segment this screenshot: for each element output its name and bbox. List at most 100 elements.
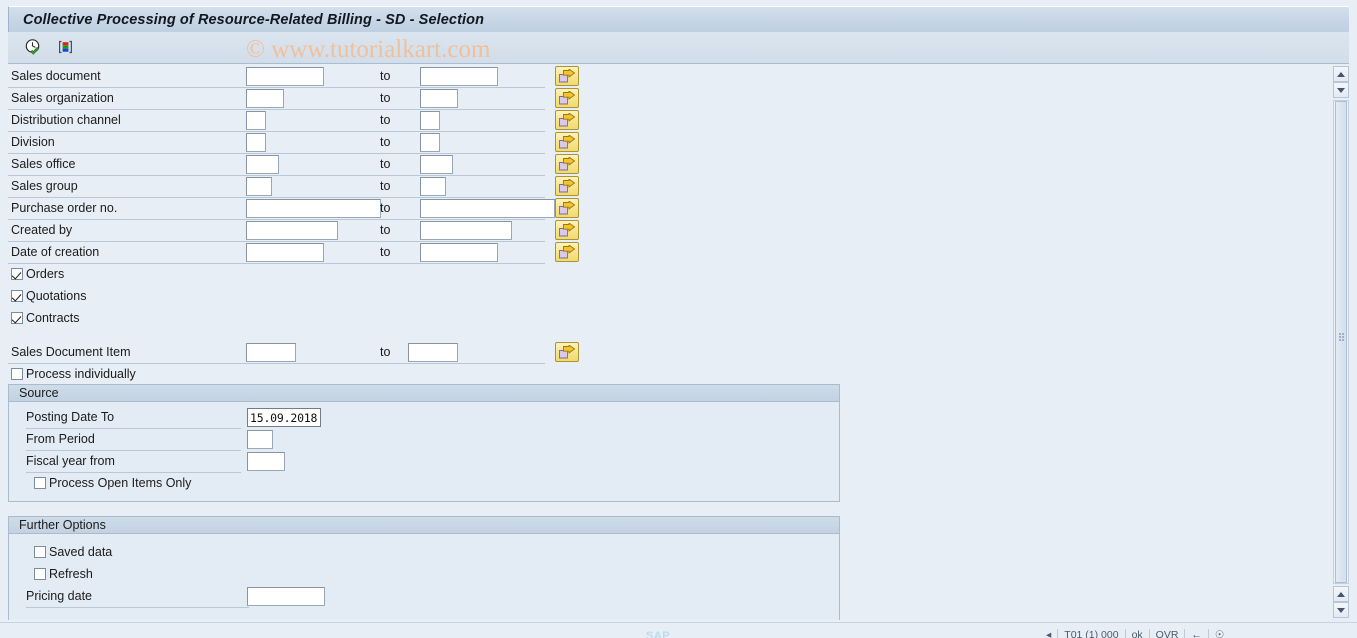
checkbox-row-process-individually[interactable]: Process individually: [11, 364, 136, 384]
checkbox-row-quotations[interactable]: Quotations: [11, 286, 86, 306]
application-toolbar: [8, 32, 1349, 64]
execute-clock-icon[interactable]: [21, 36, 45, 60]
group-further-options: Further Options Saved data Refresh Prici…: [8, 516, 840, 620]
input-pricing-date[interactable]: [247, 587, 325, 606]
input-to[interactable]: [420, 67, 498, 86]
multiple-selection-button[interactable]: [555, 110, 579, 130]
checkbox-row-contracts[interactable]: Contracts: [11, 308, 80, 328]
input-from[interactable]: [246, 111, 266, 130]
status-resize-icon: ←: [1185, 629, 1209, 638]
checkbox-row-orders[interactable]: Orders: [11, 264, 64, 284]
input-to[interactable]: [420, 221, 512, 240]
chevron-down-icon: [1337, 87, 1345, 93]
label-quotations: Quotations: [26, 289, 87, 303]
input-to[interactable]: [420, 199, 555, 218]
get-variant-icon[interactable]: [53, 36, 77, 60]
selection-screen-canvas: Sales document to Sales organization to Dist…: [0, 66, 1324, 620]
checkbox-row-saved-data[interactable]: Saved data: [34, 542, 112, 562]
label-field: Date of creation: [11, 245, 100, 259]
multiple-selection-button[interactable]: [555, 242, 579, 262]
label-to: to: [380, 91, 391, 105]
multiple-selection-button[interactable]: [555, 88, 579, 108]
row-division: Division to: [0, 132, 1324, 154]
input-from-period[interactable]: [247, 430, 273, 449]
status-system-info[interactable]: T01 (1) 000: [1058, 629, 1126, 638]
label-to: to: [380, 135, 391, 149]
label-from-period: From Period: [26, 432, 95, 446]
row-sales-organization: Sales organization to: [0, 88, 1324, 110]
multiple-selection-button-sales-document-item[interactable]: [555, 342, 579, 362]
label-to: to: [380, 245, 391, 259]
label-posting-date-to: Posting Date To: [26, 410, 115, 424]
label-field: Division: [11, 135, 55, 149]
multiple-selection-button[interactable]: [555, 66, 579, 86]
input-to[interactable]: [420, 177, 446, 196]
input-fiscal-year-from[interactable]: [247, 452, 285, 471]
multiple-selection-button[interactable]: [555, 154, 579, 174]
scroll-up-button[interactable]: [1333, 66, 1349, 82]
input-from[interactable]: [246, 155, 279, 174]
chevron-up-icon: [1337, 71, 1345, 77]
label-process-individually: Process individually: [26, 367, 136, 381]
row-sales-document: Sales document to: [0, 66, 1324, 88]
multiple-selection-button[interactable]: [555, 132, 579, 152]
checkbox-process-open-items-only[interactable]: [34, 477, 46, 489]
checkbox-saved-data[interactable]: [34, 546, 46, 558]
input-sales-document-item-from[interactable]: [246, 343, 296, 362]
status-server-info[interactable]: ok: [1126, 629, 1150, 638]
label-field: Sales group: [11, 179, 78, 193]
checkbox-orders[interactable]: [11, 268, 23, 280]
label-field: Sales organization: [11, 91, 114, 105]
input-from[interactable]: [246, 133, 266, 152]
label-field: Distribution channel: [11, 113, 121, 127]
input-to[interactable]: [420, 133, 440, 152]
input-to[interactable]: [420, 89, 458, 108]
status-lock-icon: ☉: [1214, 629, 1225, 638]
checkbox-quotations[interactable]: [11, 290, 23, 302]
multiple-selection-button[interactable]: [555, 220, 579, 240]
label-field: Purchase order no.: [11, 201, 118, 215]
scrollbar-thumb[interactable]: [1335, 101, 1347, 583]
row-distribution-channel: Distribution channel to: [0, 110, 1324, 132]
checkbox-process-individually[interactable]: [11, 368, 23, 380]
label-field: Sales office: [11, 157, 76, 171]
label-to: to: [380, 201, 391, 215]
input-from[interactable]: [246, 177, 272, 196]
row-sales-document-item: Sales Document Item to: [0, 342, 1324, 364]
scroll-down-button-lower[interactable]: [1333, 602, 1349, 618]
checkbox-refresh[interactable]: [34, 568, 46, 580]
input-from[interactable]: [246, 243, 324, 262]
chevron-up-icon: [1337, 591, 1345, 597]
label-contracts: Contracts: [26, 311, 80, 325]
label-to: to: [380, 345, 391, 359]
scroll-down-button[interactable]: [1333, 82, 1349, 98]
input-to[interactable]: [420, 243, 498, 262]
scrollbar-track[interactable]: [1333, 100, 1349, 584]
label-sales-document-item: Sales Document Item: [11, 345, 131, 359]
checkbox-row-process-open-items-only[interactable]: Process Open Items Only: [34, 473, 191, 493]
row-pricing-date: Pricing date: [9, 586, 839, 608]
row-sales-office: Sales office to: [0, 154, 1324, 176]
status-bar-right-group: ◂ T01 (1) 000 ok OVR ← ☉: [1040, 629, 1230, 638]
label-pricing-date: Pricing date: [26, 589, 93, 603]
input-to[interactable]: [420, 155, 453, 174]
input-from[interactable]: [246, 199, 381, 218]
scroll-up-button-lower[interactable]: [1333, 586, 1349, 602]
vertical-scrollbar[interactable]: [1333, 66, 1349, 620]
label-to: to: [380, 157, 391, 171]
scrollbar-grip-icon: [1339, 333, 1345, 341]
input-posting-date-to[interactable]: [247, 408, 321, 427]
status-cursor-icon: ◂: [1040, 629, 1059, 638]
input-from[interactable]: [246, 221, 338, 240]
multiple-selection-button[interactable]: [555, 176, 579, 196]
input-from[interactable]: [246, 67, 324, 86]
input-sales-document-item-to[interactable]: [408, 343, 458, 362]
label-to: to: [380, 113, 391, 127]
label-refresh: Refresh: [49, 567, 93, 581]
checkbox-contracts[interactable]: [11, 312, 23, 324]
input-to[interactable]: [420, 111, 440, 130]
multiple-selection-button[interactable]: [555, 198, 579, 218]
status-insert-mode[interactable]: OVR: [1150, 629, 1186, 638]
checkbox-row-refresh[interactable]: Refresh: [34, 564, 93, 584]
input-from[interactable]: [246, 89, 284, 108]
